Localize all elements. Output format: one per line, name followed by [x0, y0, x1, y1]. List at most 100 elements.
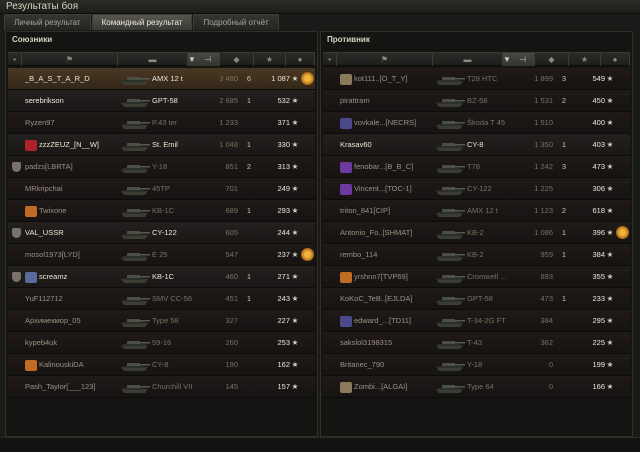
- player-row[interactable]: rembo_114 KB-2 959 1 384 ★: [323, 244, 630, 266]
- medal-icon[interactable]: ●: [286, 53, 315, 66]
- medal-icon[interactable]: [301, 72, 314, 85]
- player-row[interactable]: Zombi...[ALGAI] Type 64 0 166 ★: [323, 376, 630, 398]
- player-row[interactable]: _B_A_S_T_A_R_D AMX 12 t 3 480 6 1 087 ★: [8, 68, 315, 90]
- tab-team[interactable]: Командный результат: [91, 14, 193, 30]
- frags-value: [242, 178, 256, 200]
- medal-icon[interactable]: [301, 248, 314, 261]
- xp-star-icon[interactable]: ★: [254, 53, 286, 66]
- sort-icon[interactable]: ▼: [188, 53, 196, 66]
- player-row[interactable]: YuF112712 SMV CC-56 451 1 243 ★: [8, 288, 315, 310]
- player-row[interactable]: screamz KB-1C 460 1 271 ★: [8, 266, 315, 288]
- vehicle-icon[interactable]: ▬: [433, 53, 503, 66]
- player-row[interactable]: sakslol3198315 T-43 362 225 ★: [323, 332, 630, 354]
- vehicle-name: T-43: [467, 338, 483, 347]
- squad-cell: [326, 354, 338, 376]
- damage-icon[interactable]: ⊣: [196, 53, 220, 66]
- xp-value: 244: [277, 228, 290, 237]
- player-name: pirattram: [340, 96, 370, 105]
- medal-icon[interactable]: [616, 226, 629, 239]
- vehicle-name: 59-16: [152, 338, 172, 347]
- vehicle-name: Y-18: [467, 360, 483, 369]
- damage-value: 473: [540, 294, 553, 303]
- frags-value: [242, 376, 256, 398]
- vehicle-icon[interactable]: ▬: [118, 53, 188, 66]
- medal-cell: [299, 112, 315, 134]
- frags-value: 1: [561, 294, 567, 303]
- tank-icon: [436, 121, 465, 129]
- player-row[interactable]: KalinouskiDA CY-8 190 162 ★: [8, 354, 315, 376]
- player-row[interactable]: pirattram BZ-58 1 531 2 450 ★: [323, 90, 630, 112]
- player-row[interactable]: triton_841[CIP] AMX 12 t 1 123 2 618 ★: [323, 200, 630, 222]
- medal-cell: [614, 288, 630, 310]
- enemies-list: kot111..[O_T_Y] T28 HTC 1 899 3 549 ★ pirattra…: [323, 68, 630, 398]
- player-row[interactable]: fenobar...[B_B_C] T78 1 242 3 473 ★: [323, 156, 630, 178]
- star-icon: ★: [291, 338, 299, 347]
- tank-cell: [118, 332, 152, 354]
- player-row[interactable]: mosol1973[LYD] E 25 547 237 ★: [8, 244, 315, 266]
- player-row[interactable]: serebrikson GPT-58 2 685 1 532 ★: [8, 90, 315, 112]
- damage-icon[interactable]: ⊣: [511, 53, 535, 66]
- sort-icon[interactable]: ▼: [503, 53, 511, 66]
- player-name-cell: screamz: [25, 266, 122, 288]
- player-name: vovkale...[NECRS]: [354, 118, 417, 127]
- player-name-cell: rembo_114: [340, 244, 437, 266]
- player-row[interactable]: Twixone KB-1C 689 1 293 ★: [8, 200, 315, 222]
- star-icon: ★: [291, 184, 299, 193]
- medal-icon[interactable]: ●: [601, 53, 630, 66]
- squad-icon[interactable]: ▪: [323, 53, 337, 66]
- player-row[interactable]: Ryzen97 P.43 ter 1 233 371 ★: [8, 112, 315, 134]
- player-name-cell: Twixone: [25, 200, 122, 222]
- player-row[interactable]: Vincent...[TOC-1] CY-122 1 225 306 ★: [323, 178, 630, 200]
- tank-icon: [436, 165, 465, 173]
- medal-cell: [299, 68, 315, 90]
- player-name: Britanec_790: [340, 360, 385, 369]
- vehicle-name: E 25: [152, 250, 168, 259]
- player-icon[interactable]: ⚑: [22, 53, 118, 66]
- tank-cell: [118, 266, 152, 288]
- player-row[interactable]: yrshnn7[TVP69] Cromwell ... 893 355 ★: [323, 266, 630, 288]
- tank-cell: [433, 310, 467, 332]
- player-name-cell: Архимекмор_05: [25, 310, 122, 332]
- medal-cell: [614, 68, 630, 90]
- frags-icon[interactable]: ◆: [535, 53, 569, 66]
- player-row[interactable]: zzzZEUZ_[N__W] St. Emil 1 048 1 330 ★: [8, 134, 315, 156]
- player-row[interactable]: vovkale...[NECRS] Škoda T 45 1 510 400 ★: [323, 112, 630, 134]
- damage-value: 327: [225, 316, 238, 325]
- player-row[interactable]: kypeb4uk 59-16 260 253 ★: [8, 332, 315, 354]
- tank-icon: [121, 363, 150, 371]
- player-row[interactable]: padzs[LBRTA] Y-18 851 2 313 ★: [8, 156, 315, 178]
- player-row[interactable]: Pash_Taylor[___123] Churchill VII 145 157 ★: [8, 376, 315, 398]
- frags-value: [557, 178, 571, 200]
- tab-personal[interactable]: Личный результат: [4, 14, 91, 30]
- clan-emblem-icon: [340, 73, 352, 85]
- player-row[interactable]: VAL_USSR CY-122 605 244 ★: [8, 222, 315, 244]
- squad-cell: [11, 376, 23, 398]
- player-icon[interactable]: ⚑: [337, 53, 433, 66]
- tab-detailed[interactable]: Подробный отчёт: [193, 14, 279, 30]
- player-name-cell: YuF112712: [25, 288, 122, 310]
- player-row[interactable]: kot111..[O_T_Y] T28 HTC 1 899 3 549 ★: [323, 68, 630, 90]
- tank-icon: [121, 253, 150, 261]
- frags-icon[interactable]: ◆: [220, 53, 254, 66]
- player-row[interactable]: MRkripchai 45TP 701 249 ★: [8, 178, 315, 200]
- vehicle-name: CY-8: [467, 140, 484, 149]
- medal-cell: [614, 156, 630, 178]
- squad-cell: [11, 112, 23, 134]
- player-row[interactable]: edward_...[TD11] T-34-2G FT 384 295 ★: [323, 310, 630, 332]
- damage-value: 701: [225, 184, 238, 193]
- player-name: edward_...[TD11]: [354, 316, 411, 325]
- player-row[interactable]: Krasav60 CY-8 1 350 1 403 ★: [323, 134, 630, 156]
- squad-cell: [326, 200, 338, 222]
- frags-value: 2: [561, 96, 567, 105]
- xp-star-icon[interactable]: ★: [569, 53, 601, 66]
- player-row[interactable]: Antonio_Fo..[SHMAT] KB-2 1 086 1 396 ★: [323, 222, 630, 244]
- player-name-cell: kot111..[O_T_Y]: [340, 68, 437, 90]
- squad-icon[interactable]: ▪: [8, 53, 22, 66]
- player-name-cell: kypeb4uk: [25, 332, 122, 354]
- player-row[interactable]: Архимекмор_05 Type 58 327 227 ★: [8, 310, 315, 332]
- squad-cell: [11, 310, 23, 332]
- player-row[interactable]: KoKoC_TeB..[EJLDA] GPT-58 473 1 233 ★: [323, 288, 630, 310]
- player-row[interactable]: Britanec_790 Y-18 0 199 ★: [323, 354, 630, 376]
- squad-cell: [11, 332, 23, 354]
- xp-value: 532: [277, 96, 290, 105]
